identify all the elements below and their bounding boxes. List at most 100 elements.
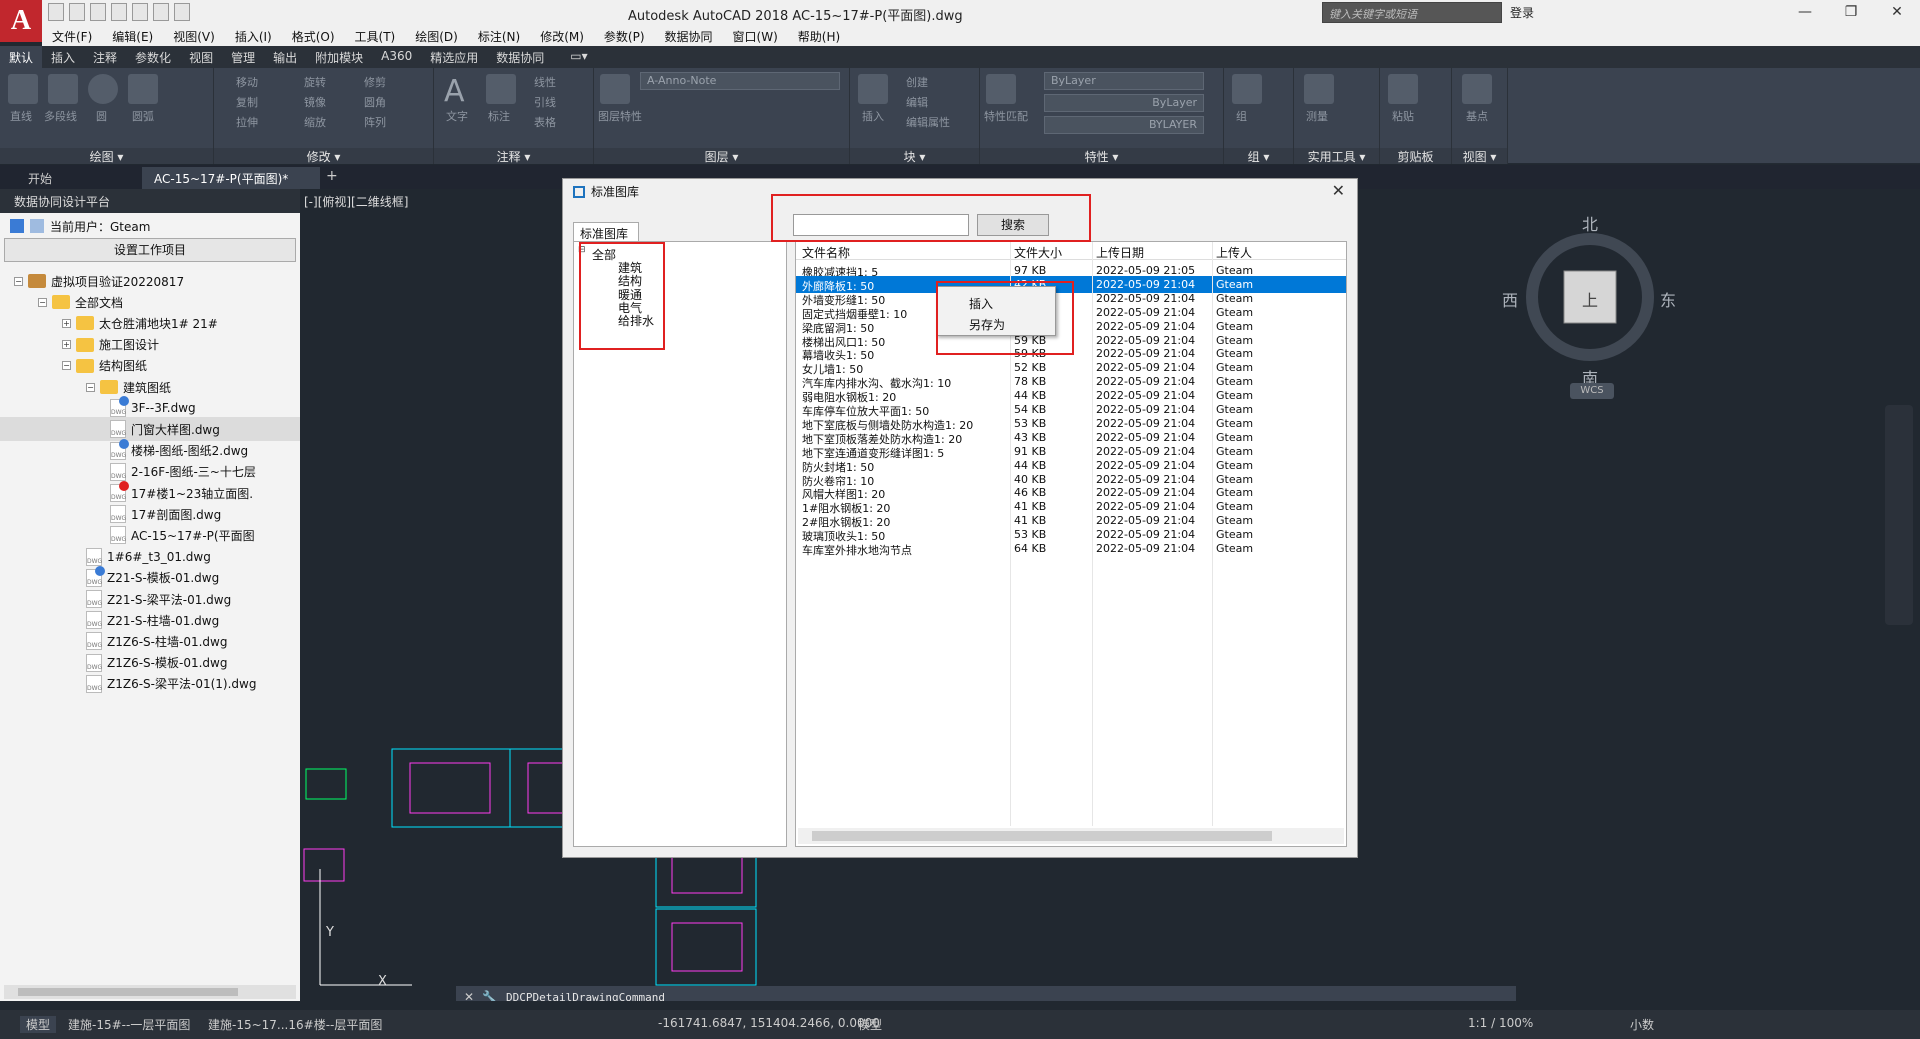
- menu-item[interactable]: 工具(T): [345, 26, 406, 46]
- undo-icon[interactable]: [153, 3, 169, 21]
- tab-standard-library[interactable]: 标准图库: [573, 222, 639, 242]
- tab-model[interactable]: 模型: [20, 1016, 57, 1033]
- scale-tool[interactable]: 缩放: [304, 114, 326, 129]
- close-icon[interactable]: ✕: [1332, 181, 1345, 200]
- expand-toggle-icon[interactable]: −: [62, 361, 71, 371]
- arc-icon[interactable]: [128, 74, 158, 104]
- compass-west[interactable]: 西: [1502, 287, 1518, 311]
- column-header[interactable]: 上传日期: [1096, 244, 1144, 261]
- menu-item[interactable]: 插入(I): [225, 26, 282, 46]
- color-dropdown[interactable]: ByLayer: [1044, 72, 1204, 90]
- horizontal-scrollbar[interactable]: [4, 985, 296, 999]
- menu-item[interactable]: 标注(N): [468, 26, 530, 46]
- linear-tool[interactable]: 线性: [534, 74, 556, 89]
- tree-file[interactable]: DWG Z1Z6-S-梁平法-01(1).dwg: [86, 672, 256, 696]
- ribbon-tab[interactable]: 附加模块: [306, 46, 372, 68]
- ribbon-tab[interactable]: 注释: [84, 46, 126, 68]
- annotation-scale[interactable]: 1:1 / 100%: [1468, 1016, 1533, 1030]
- array-tool[interactable]: 阵列: [364, 114, 386, 129]
- ribbon-tab[interactable]: 参数化: [126, 46, 180, 68]
- dimension-icon[interactable]: [486, 74, 516, 104]
- file-list-scrollbar[interactable]: [798, 828, 1344, 844]
- tab-current-drawing[interactable]: AC-15~17#-P(平面图)*: [142, 167, 320, 189]
- circle-icon[interactable]: [88, 74, 118, 104]
- mirror-tool[interactable]: 镜像: [304, 94, 326, 109]
- ribbon-tab[interactable]: A360: [372, 46, 421, 68]
- viewcube-top-face[interactable]: 上: [1582, 287, 1598, 311]
- expand-toggle-icon[interactable]: −: [14, 276, 23, 286]
- user-icon[interactable]: [10, 219, 24, 233]
- insert-block-icon[interactable]: [858, 74, 888, 104]
- move-tool[interactable]: 移动: [236, 74, 258, 89]
- edit-attribute[interactable]: 编辑属性: [906, 114, 950, 129]
- expand-toggle-icon[interactable]: +: [62, 318, 71, 328]
- model-space-toggle[interactable]: 模型: [858, 1016, 882, 1033]
- panel-title[interactable]: 特性 ▾: [980, 148, 1223, 164]
- panel-title[interactable]: 注释 ▾: [434, 148, 593, 164]
- match-properties-icon[interactable]: [986, 74, 1016, 104]
- set-project-button[interactable]: 设置工作项目: [4, 238, 296, 262]
- edit-block[interactable]: 编辑: [906, 94, 928, 109]
- layer-dropdown[interactable]: A-Anno-Note: [640, 72, 840, 90]
- create-block[interactable]: 创建: [906, 74, 928, 89]
- fillet-tool[interactable]: 圆角: [364, 94, 386, 109]
- panel-title[interactable]: 修改 ▾: [214, 148, 433, 164]
- menu-item[interactable]: 绘图(D): [405, 26, 468, 46]
- menu-item[interactable]: 修改(M): [530, 26, 594, 46]
- ribbon-toggle-icon[interactable]: ▭▾: [561, 46, 596, 68]
- app-logo[interactable]: A: [0, 0, 42, 42]
- lineweight-dropdown[interactable]: BYLAYER: [1044, 116, 1204, 134]
- menu-item[interactable]: 视图(V): [163, 26, 225, 46]
- tab-start[interactable]: 开始: [16, 167, 136, 189]
- refresh-icon[interactable]: [30, 219, 44, 233]
- ribbon-tab[interactable]: 插入: [42, 46, 84, 68]
- coordinates-readout[interactable]: -161741.6847, 151404.2466, 0.0000: [658, 1016, 880, 1030]
- column-header[interactable]: 文件名称: [802, 244, 850, 261]
- polyline-icon[interactable]: [48, 74, 78, 104]
- wcs-menu[interactable]: WCS: [1570, 383, 1614, 399]
- group-icon[interactable]: [1232, 74, 1262, 104]
- column-header[interactable]: 文件大小: [1014, 244, 1062, 261]
- panel-title[interactable]: 剪贴板: [1380, 148, 1451, 164]
- paste-icon[interactable]: [1388, 74, 1418, 104]
- units-dropdown[interactable]: 小数: [1630, 1016, 1654, 1033]
- layer-properties-icon[interactable]: [600, 74, 630, 104]
- tab-layout-1[interactable]: 建施-15#--一层平面图: [68, 1016, 190, 1033]
- trim-tool[interactable]: 修剪: [364, 74, 386, 89]
- print-icon[interactable]: [132, 3, 148, 21]
- panel-title[interactable]: 实用工具 ▾: [1294, 148, 1379, 164]
- close-icon[interactable]: ✕: [1874, 0, 1920, 26]
- ribbon-tab[interactable]: 输出: [264, 46, 306, 68]
- menu-item[interactable]: 帮助(H): [788, 26, 850, 46]
- base-view-icon[interactable]: [1462, 74, 1492, 104]
- ribbon-tab[interactable]: 数据协同: [487, 46, 553, 68]
- command-line[interactable]: ✕ 🔧 DDCPDetailDrawingCommand: [456, 986, 1516, 1001]
- search-input[interactable]: 键入关键字或短语: [1322, 2, 1502, 23]
- ribbon-tab[interactable]: 默认: [0, 46, 43, 68]
- file-row[interactable]: 车库室外排水地沟节点 64 KB 2022-05-09 21:04 Gteam: [796, 540, 1346, 557]
- column-divider[interactable]: [1212, 242, 1213, 826]
- navigation-bar[interactable]: [1885, 405, 1913, 625]
- menu-item[interactable]: 格式(O): [282, 26, 345, 46]
- menu-item[interactable]: 文件(F): [42, 26, 102, 46]
- minimize-icon[interactable]: —: [1782, 0, 1828, 26]
- ribbon-tab[interactable]: 视图: [180, 46, 222, 68]
- linetype-dropdown[interactable]: ByLayer: [1044, 94, 1204, 112]
- panel-title[interactable]: 绘图 ▾: [0, 148, 213, 164]
- table-tool[interactable]: 表格: [534, 114, 556, 129]
- compass-north[interactable]: 北: [1582, 211, 1598, 235]
- menu-item[interactable]: 数据协同: [655, 26, 723, 46]
- column-divider[interactable]: [1092, 242, 1093, 826]
- panel-title[interactable]: 块 ▾: [850, 148, 979, 164]
- expand-toggle-icon[interactable]: +: [62, 340, 71, 350]
- panel-title[interactable]: 视图 ▾: [1452, 148, 1507, 164]
- tab-layout-2[interactable]: 建施-15~17...16#楼--层平面图: [208, 1016, 382, 1033]
- expand-toggle-icon[interactable]: −: [38, 297, 47, 307]
- text-icon[interactable]: A: [444, 74, 474, 109]
- ribbon-tab[interactable]: 精选应用: [421, 46, 487, 68]
- copy-tool[interactable]: 复制: [236, 94, 258, 109]
- compass-east[interactable]: 东: [1660, 287, 1676, 311]
- ribbon-tab[interactable]: 管理: [222, 46, 264, 68]
- new-tab-button[interactable]: +: [320, 167, 344, 189]
- login-button[interactable]: 登录: [1510, 4, 1534, 21]
